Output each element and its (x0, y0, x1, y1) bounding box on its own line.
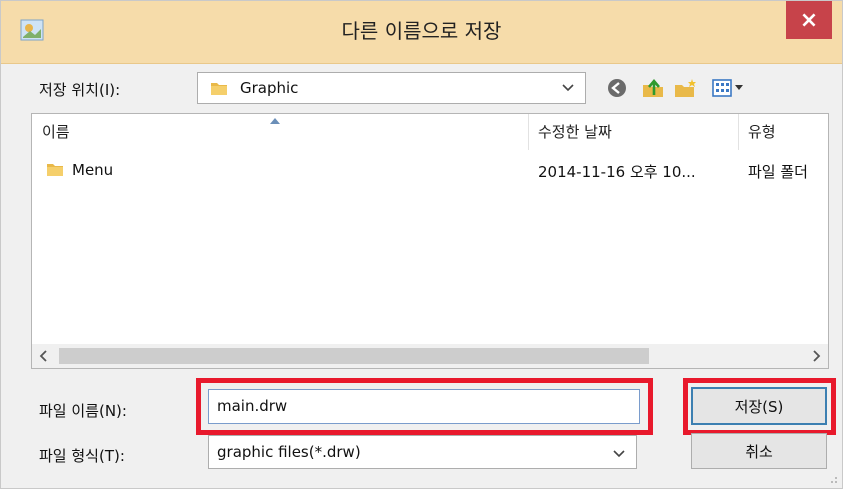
view-menu-icon[interactable] (711, 77, 747, 99)
scroll-thumb[interactable] (59, 348, 649, 364)
lookin-value: Graphic (240, 79, 299, 97)
back-icon[interactable] (605, 77, 629, 99)
scroll-left-icon[interactable] (38, 348, 50, 364)
scroll-right-icon[interactable] (810, 348, 822, 364)
lookin-combo[interactable]: Graphic (197, 72, 586, 104)
column-name-label: 이름 (42, 123, 70, 141)
resize-grip-icon[interactable] (828, 474, 838, 484)
sort-up-icon (270, 118, 280, 124)
save-as-dialog: 다른 이름으로 저장 × 저장 위치(I): Graphic 이름 수정한 날짜… (0, 0, 843, 489)
folder-icon (211, 83, 227, 95)
horizontal-scrollbar[interactable] (32, 344, 828, 368)
lookin-label: 저장 위치(I): (39, 81, 121, 99)
column-header-type[interactable]: 유형 (738, 114, 828, 150)
filename-input[interactable]: main.drw (208, 389, 640, 424)
column-date-label: 수정한 날짜 (538, 123, 612, 141)
column-header-name[interactable]: 이름 (32, 114, 528, 150)
file-list[interactable]: 이름 수정한 날짜 유형 Menu 2014-11-16 오후 10... 파일… (31, 113, 829, 369)
column-header-date[interactable]: 수정한 날짜 (528, 114, 738, 150)
dialog-title: 다른 이름으로 저장 (341, 19, 502, 43)
cancel-button[interactable]: 취소 (691, 433, 827, 469)
column-type-label: 유형 (748, 123, 776, 141)
item-type: 파일 폴더 (748, 163, 808, 181)
item-name: Menu (72, 161, 114, 179)
list-item[interactable]: Menu 2014-11-16 오후 10... 파일 폴더 (32, 158, 828, 184)
chevron-down-icon[interactable] (612, 446, 626, 460)
up-folder-icon[interactable] (641, 77, 665, 99)
new-folder-icon[interactable] (673, 77, 697, 99)
close-icon: × (799, 7, 819, 33)
folder-icon (47, 164, 63, 176)
save-button[interactable]: 저장(S) (691, 387, 827, 425)
close-button[interactable]: × (786, 1, 832, 39)
filename-value: main.drw (217, 397, 288, 415)
chevron-down-icon[interactable] (561, 80, 575, 94)
filetype-value: graphic files(*.drw) (217, 443, 361, 461)
filetype-label: 파일 형식(T): (39, 447, 125, 465)
filetype-select[interactable]: graphic files(*.drw) (208, 435, 637, 469)
item-date: 2014-11-16 오후 10... (538, 163, 696, 181)
title-bar[interactable]: 다른 이름으로 저장 × (1, 1, 842, 64)
filename-label: 파일 이름(N): (39, 402, 127, 420)
